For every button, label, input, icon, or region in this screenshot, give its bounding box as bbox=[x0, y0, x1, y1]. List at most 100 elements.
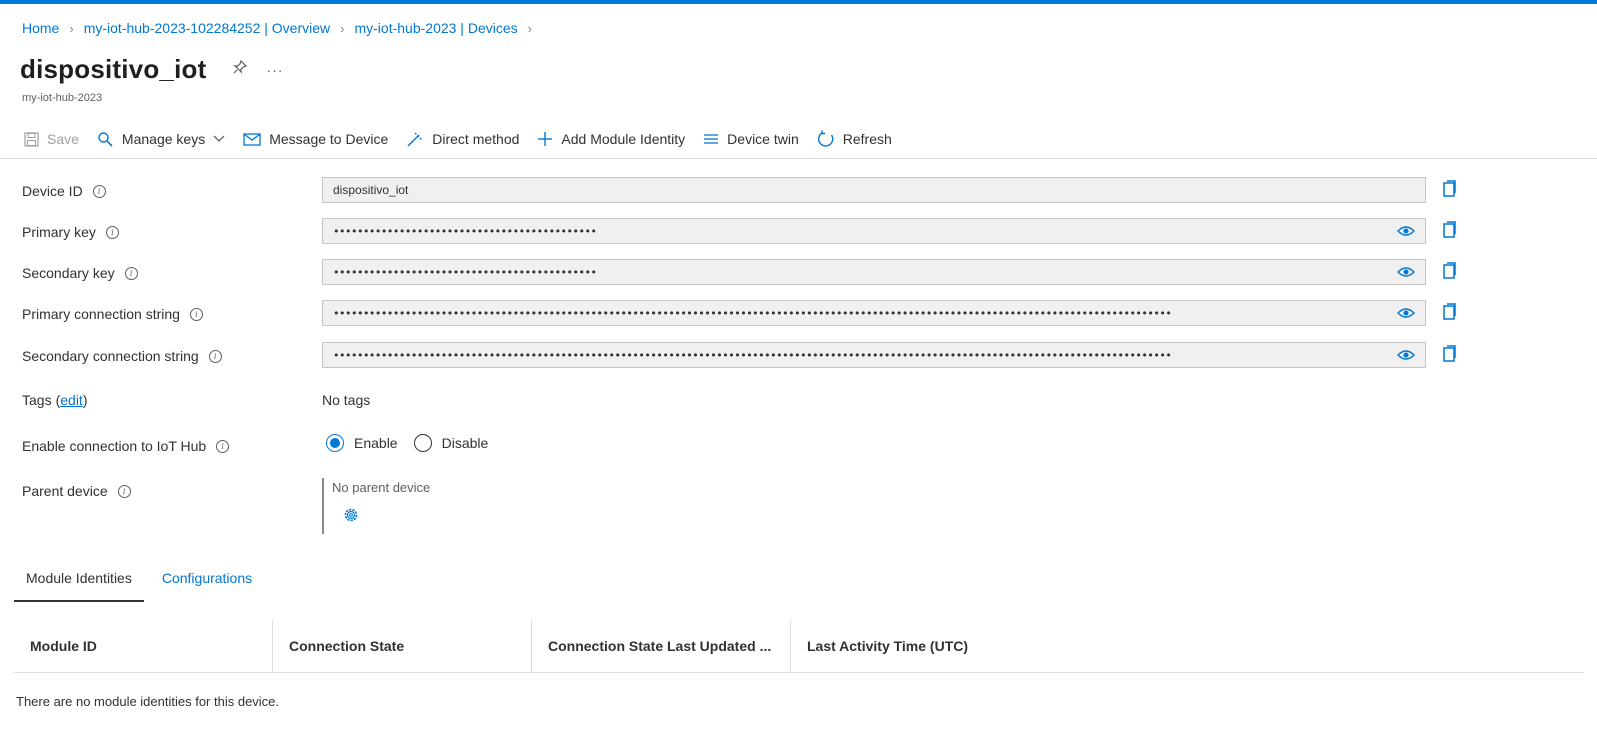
gear-icon[interactable] bbox=[342, 506, 360, 527]
command-bar: Save Manage keys Message to Device Direc… bbox=[24, 126, 910, 152]
add-module-identity-button[interactable]: Add Module Identity bbox=[537, 131, 685, 147]
tab-configurations[interactable]: Configurations bbox=[150, 566, 264, 602]
info-icon[interactable]: i bbox=[208, 349, 222, 363]
enable-connection-label-text: Enable connection to IoT Hub bbox=[22, 438, 207, 454]
message-to-device-label: Message to Device bbox=[269, 131, 389, 147]
breadcrumb-hub-overview[interactable]: my-iot-hub-2023-102284252 | Overview bbox=[84, 20, 330, 36]
save-label: Save bbox=[47, 131, 79, 147]
info-icon[interactable]: i bbox=[92, 184, 106, 198]
top-accent-bar bbox=[0, 0, 1597, 4]
more-options-icon[interactable]: ··· bbox=[266, 62, 283, 78]
direct-method-icon bbox=[406, 131, 424, 147]
primary-key-value: ••••••••••••••••••••••••••••••••••••••••… bbox=[333, 224, 597, 238]
mail-icon bbox=[243, 132, 261, 146]
title-row: dispositivo_iot ··· bbox=[20, 54, 283, 85]
refresh-button[interactable]: Refresh bbox=[817, 130, 892, 148]
enable-radio[interactable]: Enable bbox=[326, 434, 398, 452]
show-password-eye-icon[interactable] bbox=[1397, 306, 1415, 323]
show-password-eye-icon[interactable] bbox=[1397, 265, 1415, 282]
direct-method-label: Direct method bbox=[432, 131, 520, 147]
column-header-module-id[interactable]: Module ID bbox=[14, 620, 273, 672]
save-icon bbox=[24, 131, 39, 147]
save-button[interactable]: Save bbox=[24, 131, 79, 147]
device-id-label: Device ID i bbox=[22, 183, 106, 199]
show-password-eye-icon[interactable] bbox=[1397, 348, 1415, 365]
secondary-connection-string-label-text: Secondary connection string bbox=[22, 348, 199, 364]
breadcrumb: Home › my-iot-hub-2023-102284252 | Overv… bbox=[22, 20, 542, 36]
secondary-key-label: Secondary key i bbox=[22, 265, 138, 281]
tags-paren-close: ) bbox=[82, 392, 88, 408]
chevron-right-icon: › bbox=[527, 20, 532, 36]
list-icon bbox=[703, 133, 719, 145]
copy-icon[interactable] bbox=[1443, 180, 1457, 201]
secondary-key-row: Secondary key i ••••••••••••••••••••••••… bbox=[0, 259, 1597, 289]
table-empty-message: There are no module identities for this … bbox=[16, 694, 280, 709]
primary-connection-string-row: Primary connection string i ••••••••••••… bbox=[0, 300, 1597, 330]
primary-key-label: Primary key i bbox=[22, 224, 119, 240]
refresh-label: Refresh bbox=[842, 131, 892, 147]
device-id-field[interactable]: dispositivo_iot bbox=[322, 177, 1426, 203]
module-identities-table-header: Module ID Connection State Connection St… bbox=[14, 620, 1584, 673]
info-icon[interactable]: i bbox=[216, 439, 230, 453]
column-header-connection-state-last-updated[interactable]: Connection State Last Updated ... bbox=[532, 620, 791, 672]
secondary-connection-string-label: Secondary connection string i bbox=[22, 348, 222, 364]
breadcrumb-home[interactable]: Home bbox=[22, 20, 59, 36]
info-icon[interactable]: i bbox=[124, 266, 138, 280]
page-title: dispositivo_iot bbox=[20, 54, 207, 84]
disable-radio[interactable]: Disable bbox=[413, 434, 489, 452]
secondary-connection-string-value: ••••••••••••••••••••••••••••••••••••••••… bbox=[333, 348, 1172, 362]
tags-edit-link[interactable]: edit bbox=[60, 392, 83, 408]
tags-row: Tags (edit) No tags bbox=[0, 386, 1597, 416]
parent-device-label-text: Parent device bbox=[22, 483, 108, 499]
device-twin-button[interactable]: Device twin bbox=[703, 131, 799, 147]
chevron-right-icon: › bbox=[69, 20, 74, 36]
device-id-value: dispositivo_iot bbox=[333, 183, 409, 197]
page-subtitle: my-iot-hub-2023 bbox=[22, 92, 103, 104]
secondary-connection-string-field[interactable]: ••••••••••••••••••••••••••••••••••••••••… bbox=[322, 342, 1426, 368]
column-header-connection-state[interactable]: Connection State bbox=[273, 620, 532, 672]
copy-icon[interactable] bbox=[1443, 262, 1457, 283]
show-password-eye-icon[interactable] bbox=[1397, 224, 1415, 241]
pin-icon[interactable] bbox=[232, 59, 248, 80]
primary-connection-string-field[interactable]: ••••••••••••••••••••••••••••••••••••••••… bbox=[322, 300, 1426, 326]
copy-icon[interactable] bbox=[1443, 303, 1457, 324]
manage-keys-button[interactable]: Manage keys bbox=[97, 131, 225, 148]
chevron-down-icon bbox=[213, 135, 225, 143]
secondary-key-field[interactable]: ••••••••••••••••••••••••••••••••••••••••… bbox=[322, 259, 1426, 285]
toolbar-divider bbox=[0, 158, 1597, 159]
direct-method-button[interactable]: Direct method bbox=[406, 131, 519, 147]
tab-module-identities[interactable]: Module Identities bbox=[14, 566, 144, 602]
primary-key-row: Primary key i ••••••••••••••••••••••••••… bbox=[0, 218, 1597, 248]
secondary-connection-string-row: Secondary connection string i ••••••••••… bbox=[0, 342, 1597, 372]
primary-connection-string-value: ••••••••••••••••••••••••••••••••••••••••… bbox=[333, 306, 1172, 320]
parent-device-row: Parent device i bbox=[0, 477, 1597, 507]
primary-connection-string-label-text: Primary connection string bbox=[22, 306, 180, 322]
primary-key-label-text: Primary key bbox=[22, 224, 96, 240]
copy-icon[interactable] bbox=[1443, 345, 1457, 366]
info-icon[interactable]: i bbox=[117, 484, 131, 498]
copy-icon[interactable] bbox=[1443, 221, 1457, 242]
secondary-key-label-text: Secondary key bbox=[22, 265, 115, 281]
column-header-last-activity-time[interactable]: Last Activity Time (UTC) bbox=[791, 620, 1584, 672]
message-to-device-button[interactable]: Message to Device bbox=[243, 131, 388, 147]
enable-connection-row: Enable connection to IoT Hub i Enable Di… bbox=[0, 430, 1597, 460]
info-icon[interactable]: i bbox=[105, 225, 119, 239]
breadcrumb-hub-devices[interactable]: my-iot-hub-2023 | Devices bbox=[354, 20, 517, 36]
enable-radio-label: Enable bbox=[354, 435, 398, 451]
add-icon bbox=[537, 131, 553, 147]
radio-selected-icon bbox=[326, 434, 344, 452]
parent-device-value: No parent device bbox=[332, 480, 431, 495]
device-id-label-text: Device ID bbox=[22, 183, 83, 199]
parent-device-box: No parent device bbox=[322, 478, 504, 534]
parent-device-label: Parent device i bbox=[22, 483, 131, 499]
add-module-identity-label: Add Module Identity bbox=[561, 131, 686, 147]
chevron-right-icon: › bbox=[340, 20, 345, 36]
enable-connection-label: Enable connection to IoT Hub i bbox=[22, 438, 230, 454]
tags-label: Tags (edit) bbox=[22, 392, 88, 408]
disable-radio-label: Disable bbox=[441, 435, 489, 451]
device-id-row: Device ID i dispositivo_iot bbox=[0, 177, 1597, 207]
info-icon[interactable]: i bbox=[189, 307, 203, 321]
primary-key-field[interactable]: ••••••••••••••••••••••••••••••••••••••••… bbox=[322, 218, 1426, 244]
tags-label-text: Tags bbox=[22, 392, 52, 408]
manage-keys-label: Manage keys bbox=[121, 131, 206, 147]
